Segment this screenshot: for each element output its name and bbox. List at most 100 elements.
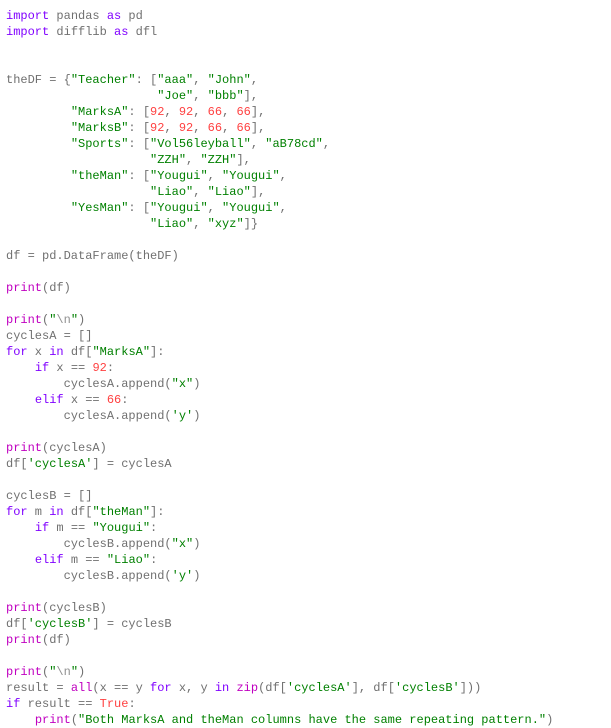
- code-token: (x == y: [92, 681, 150, 695]
- code-token: cyclesB = []: [6, 489, 92, 503]
- code-token: ": [71, 665, 78, 679]
- code-token: : [: [136, 73, 158, 87]
- code-token: (cyclesB): [42, 601, 107, 615]
- code-token: 'cyclesB': [28, 617, 93, 631]
- code-line: import pandas as pd: [6, 9, 143, 23]
- code-token: "theMan": [92, 505, 150, 519]
- code-token: import: [6, 25, 49, 39]
- code-token: cyclesA.append(: [6, 409, 172, 423]
- code-token: ] = cyclesB: [92, 617, 171, 631]
- code-token: [6, 89, 157, 103]
- code-token: "Teacher": [71, 73, 136, 87]
- code-token: if: [35, 521, 49, 535]
- code-token: ,: [280, 201, 287, 215]
- code-line: cyclesA.append('y'): [6, 409, 200, 423]
- code-line: cyclesA.append("x"): [6, 377, 200, 391]
- code-token: result ==: [20, 697, 99, 711]
- code-token: "bbb": [208, 89, 244, 103]
- code-token: x ==: [64, 393, 107, 407]
- code-token: [6, 137, 71, 151]
- code-token: "Sports": [71, 137, 129, 151]
- code-token: True: [100, 697, 129, 711]
- code-token: df[: [6, 617, 28, 631]
- code-token: ,: [193, 105, 207, 119]
- code-token: ],: [244, 89, 258, 103]
- code-line: result = all(x == y for x, y in zip(df['…: [6, 681, 481, 695]
- code-token: ): [193, 537, 200, 551]
- code-token: import: [6, 9, 49, 23]
- code-line: print(df): [6, 281, 71, 295]
- code-token: ": [71, 313, 78, 327]
- code-token: 92: [179, 105, 193, 119]
- code-token: 66: [236, 105, 250, 119]
- code-token: print: [6, 281, 42, 295]
- code-token: "YesMan": [71, 201, 129, 215]
- code-token: "Yougui": [150, 169, 208, 183]
- code-line: cyclesB = []: [6, 489, 92, 503]
- code-line: print("\n"): [6, 665, 85, 679]
- code-line: elif x == 66:: [6, 393, 128, 407]
- code-token: 66: [208, 105, 222, 119]
- code-token: cyclesB.append(: [6, 537, 172, 551]
- code-line: if m == "Yougui":: [6, 521, 157, 535]
- code-line: "Sports": ["Vol56leyball", "aB78cd",: [6, 137, 330, 151]
- code-token: ,: [251, 73, 258, 87]
- code-line: if result == True:: [6, 697, 136, 711]
- code-token: cyclesA.append(: [6, 377, 172, 391]
- code-token: in: [49, 505, 63, 519]
- code-token: ,: [251, 137, 265, 151]
- code-token: ): [193, 569, 200, 583]
- code-token: \n: [56, 665, 70, 679]
- code-token: ])): [460, 681, 482, 695]
- code-token: ,: [280, 169, 287, 183]
- code-token: cyclesB.append(: [6, 569, 172, 583]
- code-token: 66: [107, 393, 121, 407]
- code-token: "aB78cd": [265, 137, 323, 151]
- code-token: if: [6, 697, 20, 711]
- code-block: import pandas as pd import difflib as df…: [6, 8, 605, 728]
- code-line: "ZZH", "ZZH"],: [6, 153, 251, 167]
- code-token: in: [215, 681, 229, 695]
- code-token: ],: [251, 105, 265, 119]
- code-line: print("\n"): [6, 313, 85, 327]
- code-line: "Joe", "bbb"],: [6, 89, 258, 103]
- code-token: [6, 121, 71, 135]
- code-token: (df): [42, 633, 71, 647]
- code-line: if x == 92:: [6, 361, 114, 375]
- code-token: print: [6, 441, 42, 455]
- code-token: theDF = {: [6, 73, 71, 87]
- code-token: ,: [193, 73, 207, 87]
- code-token: (df): [42, 281, 71, 295]
- code-token: x: [28, 345, 50, 359]
- code-line: for x in df["MarksA"]:: [6, 345, 164, 359]
- code-token: : [: [128, 121, 150, 135]
- code-token: 'cyclesA': [287, 681, 352, 695]
- code-token: df = pd.DataFrame(theDF): [6, 249, 179, 263]
- code-line: df['cyclesA'] = cyclesA: [6, 457, 172, 471]
- code-line: "YesMan": ["Yougui", "Yougui",: [6, 201, 287, 215]
- code-token: 66: [236, 121, 250, 135]
- code-token: [6, 169, 71, 183]
- code-token: (df[: [258, 681, 287, 695]
- code-line: theDF = {"Teacher": ["aaa", "John",: [6, 73, 258, 87]
- code-token: "ZZH": [200, 153, 236, 167]
- code-token: x ==: [49, 361, 92, 375]
- code-token: pandas: [49, 9, 107, 23]
- code-token: ,: [193, 185, 207, 199]
- code-token: 'y': [172, 409, 194, 423]
- code-token: elif: [35, 553, 64, 567]
- code-token: for: [6, 505, 28, 519]
- code-token: df[: [64, 505, 93, 519]
- code-line: cyclesA = []: [6, 329, 92, 343]
- code-token: :: [128, 697, 135, 711]
- code-token: "Yougui": [222, 201, 280, 215]
- code-token: ],: [251, 185, 265, 199]
- code-token: ): [78, 665, 85, 679]
- code-line: for m in df["theMan"]:: [6, 505, 164, 519]
- code-token: [6, 217, 150, 231]
- code-token: print: [6, 665, 42, 679]
- code-token: [6, 201, 71, 215]
- code-token: x, y: [172, 681, 215, 695]
- code-token: print: [6, 633, 42, 647]
- code-token: ]:: [150, 345, 164, 359]
